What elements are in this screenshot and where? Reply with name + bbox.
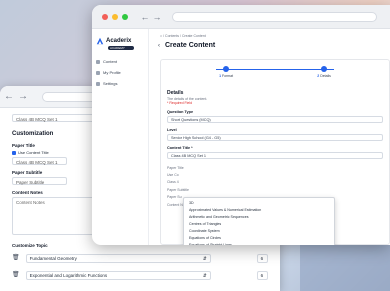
back-nav-icon[interactable]: ← [4,91,14,102]
dropdown-option[interactable]: Approximated Values & Numerical Estimati… [184,207,334,214]
checkbox-checked-icon [12,150,16,155]
paper-subtitle-label: Paper Subtitle [167,188,189,192]
question-type-label: Question Type [167,110,194,114]
step-number: 1 [219,74,222,78]
dropdown-option[interactable]: 3D [184,200,334,207]
sidebar-item-settings[interactable]: Settings [96,81,144,86]
forward-nav-icon[interactable]: → [152,12,162,22]
address-bar[interactable] [172,11,377,22]
sidebar-item-my-profile[interactable]: My Profile [96,70,144,75]
paper-title-label: Paper Title [167,166,184,170]
page-title-text: Create Content [165,42,216,49]
content-title-field[interactable]: Class 4B MCQ Set 1 [167,152,383,159]
back-nav-icon[interactable]: ← [140,12,150,22]
foreground-window: ← → Acaderix ACADEMY Content My Profile … [92,5,390,245]
question-type-field[interactable]: Short Questions (MCQ) [167,116,383,123]
delete-icon[interactable]: 🗑 [12,254,20,262]
dropdown-option[interactable]: Arithmetic and Geometric Sequences [184,214,334,221]
step-number: 2 [317,74,320,78]
sidebar-item-label: Settings [103,81,118,86]
dropdown-option[interactable]: Equations of Circles [184,235,334,242]
step-indicator [321,66,328,72]
topic-dropdown-menu: 3D Approximated Values & Numerical Estima… [183,197,335,245]
level-field[interactable]: Senior High School (G4 - G5) [167,134,383,141]
close-window-button[interactable] [102,13,108,20]
page-title: ‹ Create Content [158,42,382,49]
required-note: * Required Field [167,101,193,105]
paper-subtitle-field[interactable]: Paper Subtitle [12,177,67,185]
use-content-title-label: Use Content Title [18,150,49,155]
dropdown-option[interactable]: Coordinate System [184,228,334,235]
topic-name: Exponential and Logarithmic Functions [29,273,108,278]
topic-row: 🗑 Fundamental Geometry ⇵ 6 [12,251,268,265]
step-label: Format [222,74,234,78]
stepper-line [216,69,334,70]
use-content-title-checkbox[interactable]: Use Co [167,173,383,177]
topic-count-field[interactable]: 6 [256,270,268,280]
user-icon [96,70,100,75]
logo-subtitle: ACADEMY [108,46,134,50]
topic-select[interactable]: Exponential and Logarithmic Functions ⇵ [25,270,211,280]
sidebar-item-label: My Profile [103,70,121,75]
paper-title-field[interactable]: Class 4 [167,180,383,184]
content-title-label: Content Title * [167,146,193,150]
breadcrumb: ⌂ / Contents / Create Content [160,34,206,38]
topic-row: 🗑 Exponential and Logarithmic Functions ⇵… [12,268,268,282]
sidebar: Acaderix ACADEMY Content My Profile Sett… [92,29,149,245]
forward-nav-icon[interactable]: → [18,91,28,102]
logo-text: Acaderix [106,38,132,44]
dropdown-option[interactable]: Centres of Triangles [184,221,334,228]
step-details[interactable]: 2 Details [317,66,331,78]
app-logo[interactable]: Acaderix [96,37,144,45]
topic-select[interactable]: Fundamental Geometry ⇵ [25,253,211,263]
step-indicator [223,66,230,72]
window-toolbar: ← → [92,5,390,29]
level-label: Level [167,128,177,132]
maximize-window-button[interactable] [122,13,128,20]
back-arrow-icon[interactable]: ‹ [158,43,160,49]
breadcrumb-text[interactable]: Contents / Create Content [165,34,206,38]
details-heading: Details [167,90,184,96]
paper-title-field[interactable]: Class 4B MCQ Set 1 [12,157,67,165]
chevron-updown-icon: ⇵ [202,256,207,261]
stepper: 1 Format 2 Details [177,66,373,82]
sidebar-item-label: Content [103,59,118,64]
topic-count-field[interactable]: 6 [256,253,268,263]
content-icon [96,59,100,64]
sidebar-item-content[interactable]: Content [96,59,144,64]
logo-icon [96,37,104,45]
dropdown-option[interactable]: Equations of Straight Lines [184,242,334,245]
gear-icon [96,81,100,86]
minimize-window-button[interactable] [112,13,118,20]
delete-icon[interactable]: 🗑 [12,271,20,279]
chevron-updown-icon: ⇵ [202,273,207,278]
step-label: Details [320,74,331,78]
topic-name: Fundamental Geometry [29,256,77,261]
home-icon[interactable]: ⌂ [160,34,162,38]
step-format[interactable]: 1 Format [219,66,233,78]
main-content: ⌂ / Contents / Create Content ‹ Create Co… [150,29,390,245]
